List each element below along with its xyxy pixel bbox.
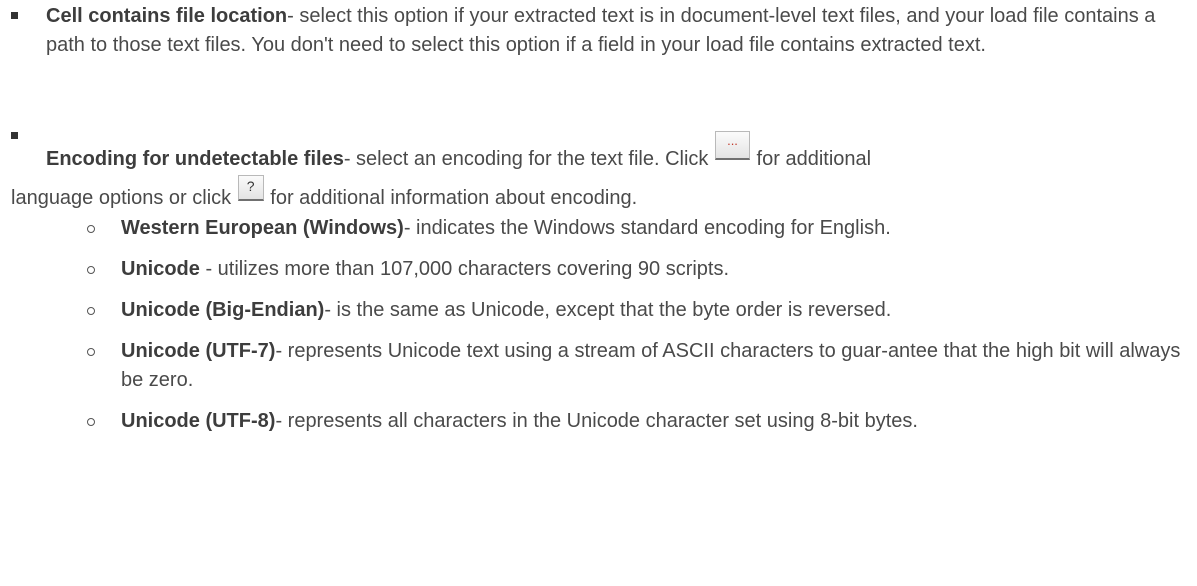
help-question-icon: ? (237, 175, 264, 201)
encoding-option-title: Unicode (UTF-7) (121, 340, 276, 362)
item-description: - select an encoding for the text file. … (343, 148, 714, 170)
encoding-option-text: - is the same as Unicode, except that th… (324, 299, 892, 321)
encoding-option-title: Western European (Windows) (121, 217, 404, 239)
item-title: Encoding for undetectable files (46, 148, 344, 170)
cell-contains-file-location-item: Cell contains file location- select this… (46, 2, 1186, 60)
encoding-option-item: Unicode - utilizes more than 107,000 cha… (121, 255, 1191, 284)
encoding-item-line-2: language options or click ? for addition… (11, 175, 1151, 213)
encoding-option-text: - represents all characters in the Unico… (275, 410, 918, 432)
encoding-option-text: - represents Unicode text using a stream… (121, 340, 1181, 391)
browse-ellipsis-icon: ... (715, 131, 750, 160)
square-bullet-icon (11, 132, 18, 139)
circle-bullet-icon (87, 225, 95, 233)
circle-bullet-icon (87, 418, 95, 426)
square-bullet-icon (11, 12, 18, 19)
item-description-cont: for additional information about encodin… (264, 187, 638, 209)
encoding-option-text: - utilizes more than 107,000 characters … (199, 258, 730, 280)
encoding-option-item: Unicode (UTF-7)- represents Unicode text… (121, 337, 1191, 395)
encoding-option-item: Unicode (Big-Endian)- is the same as Uni… (121, 296, 1191, 325)
encoding-option-text: - indicates the Windows standard encodin… (403, 217, 891, 239)
circle-bullet-icon (87, 307, 95, 315)
encoding-option-title: Unicode (Big-Endian) (121, 299, 325, 321)
encoding-item-line-1: Encoding for undetectable files- select … (46, 131, 1186, 174)
item-title: Cell contains file location (46, 5, 288, 27)
encoding-option-item: Unicode (UTF-8)- represents all characte… (121, 407, 1191, 436)
encoding-option-item: Western European (Windows)- indicates th… (121, 214, 1191, 243)
item-description-cont: language options or click (11, 187, 237, 209)
encoding-option-title: Unicode (UTF-8) (121, 410, 276, 432)
item-description-cont: for additional (751, 148, 872, 170)
encoding-option-title: Unicode (121, 258, 200, 280)
circle-bullet-icon (87, 348, 95, 356)
circle-bullet-icon (87, 266, 95, 274)
